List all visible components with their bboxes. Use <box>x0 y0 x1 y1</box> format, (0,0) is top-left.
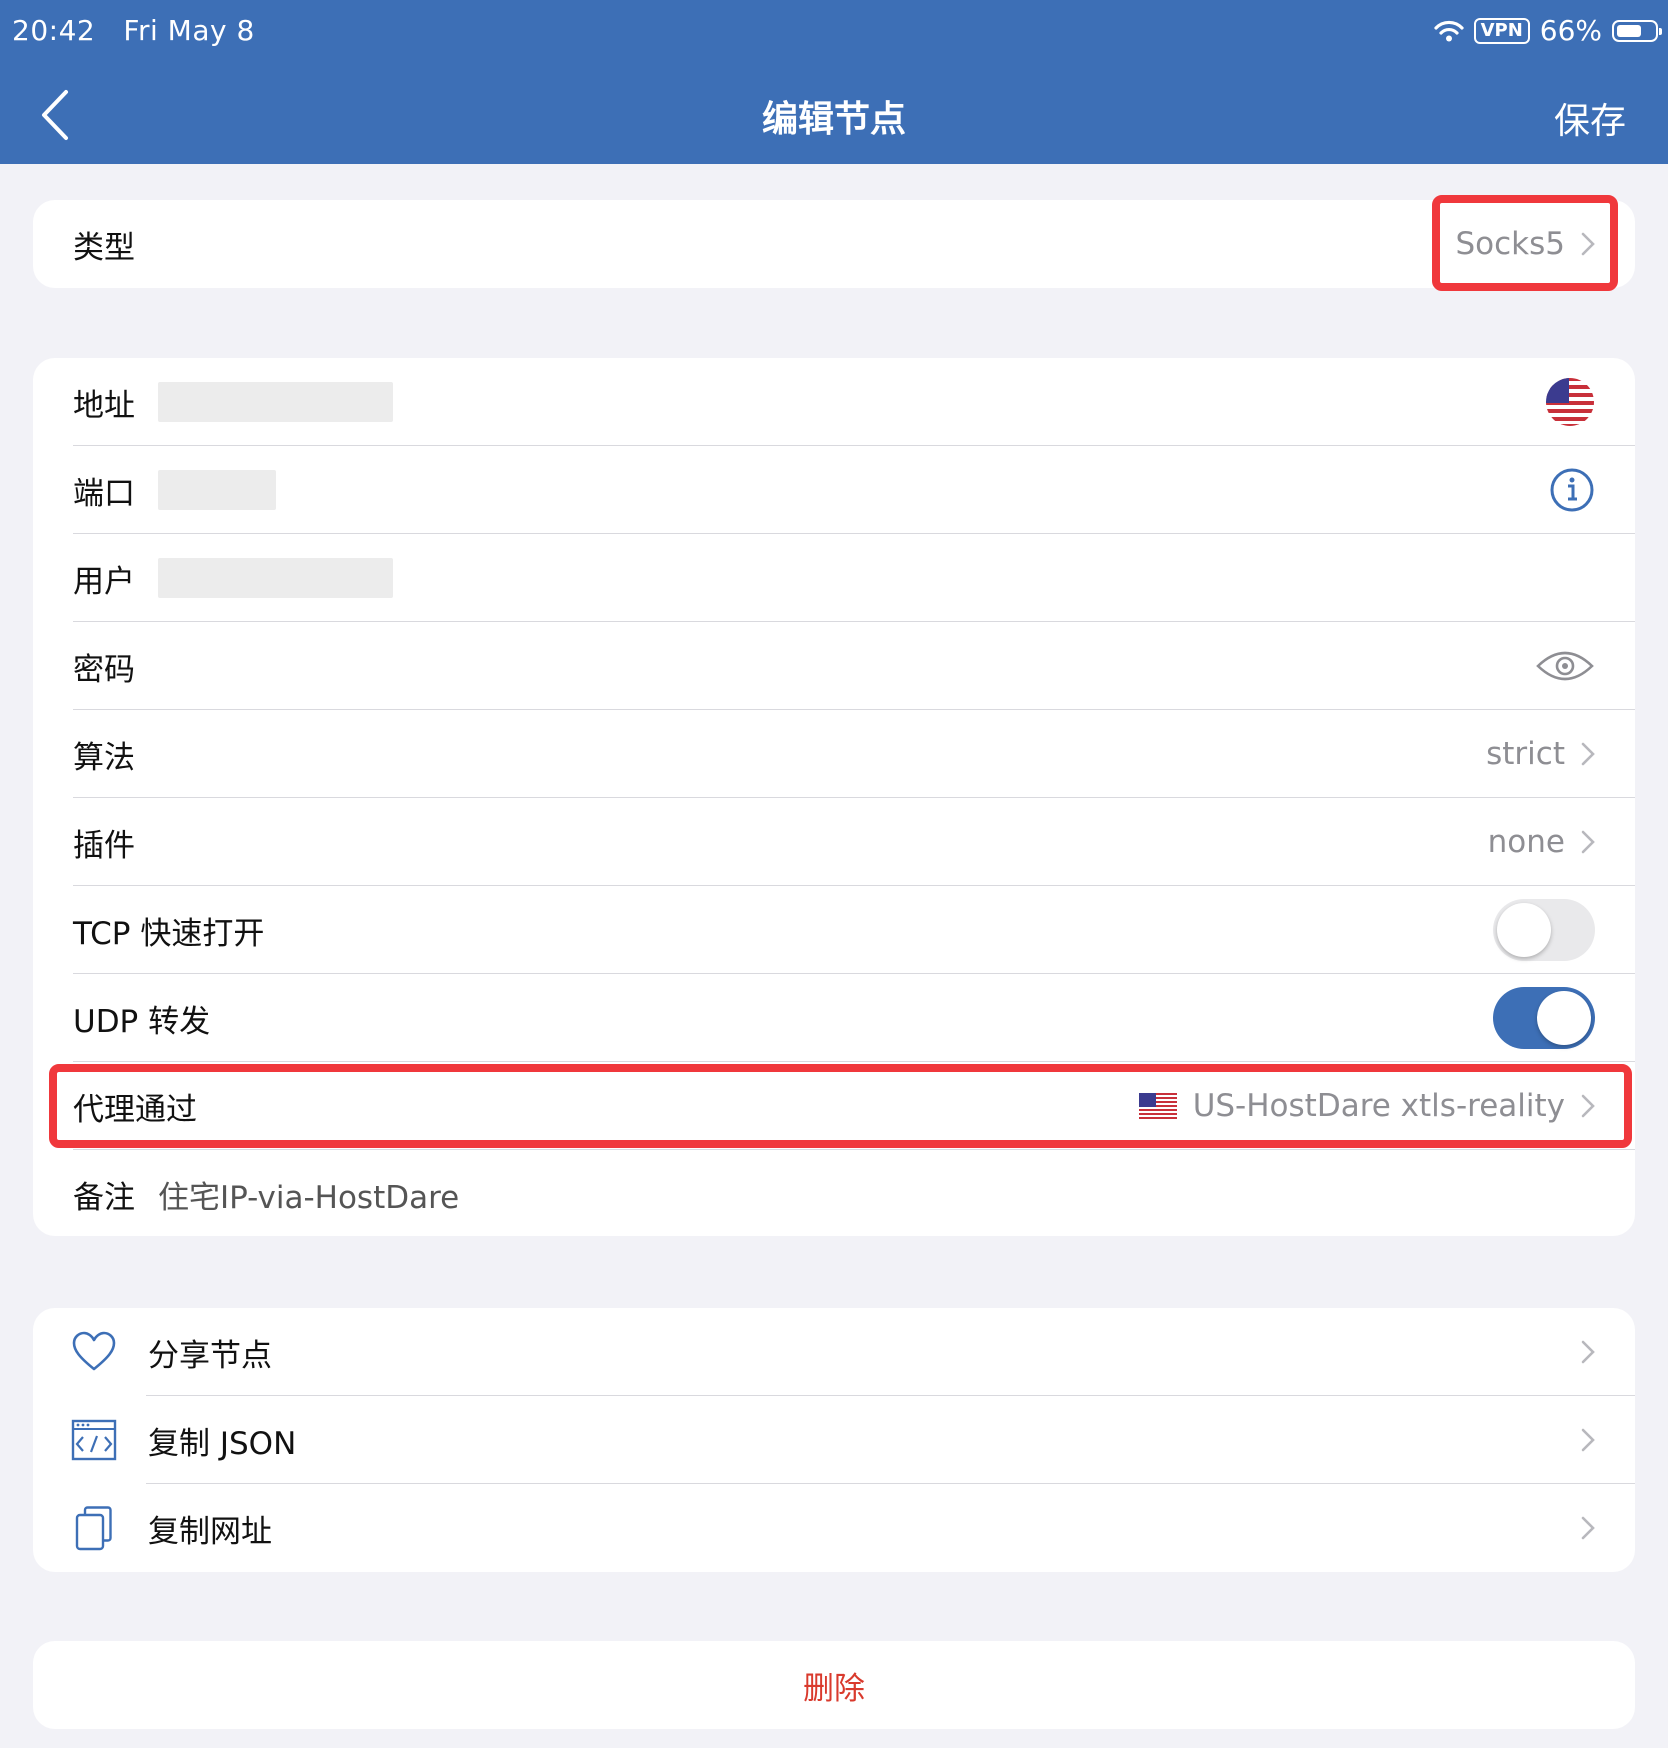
port-redacted-value <box>158 470 276 510</box>
note-row[interactable]: 备注 住宅IP-via-HostDare <box>33 1150 1635 1236</box>
tcp-fast-open-toggle[interactable] <box>1493 899 1595 961</box>
plugin-value: none <box>1487 824 1565 860</box>
password-row[interactable]: 密码 <box>33 622 1635 710</box>
port-label: 端口 <box>73 475 135 512</box>
password-label: 密码 <box>73 651 135 688</box>
code-window-icon <box>71 1419 117 1461</box>
status-date: Fri May 8 <box>123 14 255 47</box>
chevron-right-icon <box>1581 1340 1595 1364</box>
type-card: 类型 Socks5 <box>33 200 1635 288</box>
chevron-right-icon <box>1581 232 1595 256</box>
udp-forward-toggle[interactable] <box>1493 987 1595 1049</box>
address-redacted-value <box>158 382 393 422</box>
copy-json-row[interactable]: 复制 JSON <box>33 1396 1635 1484</box>
copy-url-label: 复制网址 <box>148 1513 272 1550</box>
battery-percent: 66% <box>1539 14 1602 47</box>
navigation-header: 20:42 Fri May 8 VPN 66% 编辑节点 保存 <box>0 0 1668 164</box>
chevron-right-icon <box>1581 1094 1595 1118</box>
us-flag-icon <box>1138 1093 1177 1119</box>
udp-forward-row: UDP 转发 <box>33 974 1635 1062</box>
proxy-via-row[interactable]: 代理通过 US-HostDare xtls-reality <box>33 1062 1635 1150</box>
user-redacted-value <box>158 558 393 598</box>
battery-icon <box>1612 19 1662 42</box>
tcp-fast-open-row: TCP 快速打开 <box>33 886 1635 974</box>
status-indicators: VPN 66% <box>1433 14 1662 47</box>
proxy-via-label: 代理通过 <box>73 1091 197 1128</box>
algorithm-label: 算法 <box>73 739 135 776</box>
delete-card: 删除 <box>33 1641 1635 1729</box>
user-row[interactable]: 用户 <box>33 534 1635 622</box>
share-node-row[interactable]: 分享节点 <box>33 1308 1635 1396</box>
algorithm-value: strict <box>1486 736 1565 772</box>
type-value: Socks5 <box>1455 226 1565 262</box>
copy-json-label: 复制 JSON <box>148 1425 297 1462</box>
address-label: 地址 <box>73 387 135 424</box>
page-title: 编辑节点 <box>761 99 906 140</box>
share-node-label: 分享节点 <box>148 1337 272 1374</box>
actions-card: 分享节点 复制 JSON 复制网址 <box>33 1308 1635 1572</box>
chevron-right-icon <box>1581 1428 1595 1452</box>
address-row[interactable]: 地址 <box>33 358 1635 446</box>
info-icon[interactable] <box>1549 467 1595 513</box>
type-row[interactable]: 类型 Socks5 <box>33 200 1635 288</box>
save-button[interactable]: 保存 <box>1554 92 1626 144</box>
chevron-right-icon <box>1581 742 1595 766</box>
settings-card: 地址 端口 用户 密码 算法 strict 插件 none TCP 快速打开 U… <box>33 358 1635 1236</box>
user-label: 用户 <box>73 563 135 600</box>
tcp-fast-open-label: TCP 快速打开 <box>73 915 265 952</box>
wifi-icon <box>1433 20 1464 41</box>
copy-icon <box>75 1506 112 1551</box>
copy-url-row[interactable]: 复制网址 <box>33 1484 1635 1572</box>
vpn-badge: VPN <box>1473 17 1530 44</box>
delete-button[interactable]: 删除 <box>33 1641 1635 1729</box>
algorithm-row[interactable]: 算法 strict <box>33 710 1635 798</box>
delete-label: 删除 <box>803 1670 865 1707</box>
us-flag-icon <box>1546 378 1594 426</box>
chevron-right-icon <box>1581 830 1595 854</box>
proxy-via-value: US-HostDare xtls-reality <box>1192 1088 1565 1124</box>
chevron-right-icon <box>1581 1516 1595 1540</box>
note-label: 备注 <box>73 1179 135 1216</box>
plugin-row[interactable]: 插件 none <box>33 798 1635 886</box>
udp-forward-label: UDP 转发 <box>73 1003 211 1040</box>
status-time: 20:42 Fri May 8 <box>12 14 255 47</box>
eye-icon[interactable] <box>1535 646 1595 686</box>
type-label: 类型 <box>73 229 135 266</box>
plugin-label: 插件 <box>73 827 135 864</box>
heart-icon <box>72 1331 116 1371</box>
port-row[interactable]: 端口 <box>33 446 1635 534</box>
note-value: 住宅IP-via-HostDare <box>158 1179 460 1216</box>
